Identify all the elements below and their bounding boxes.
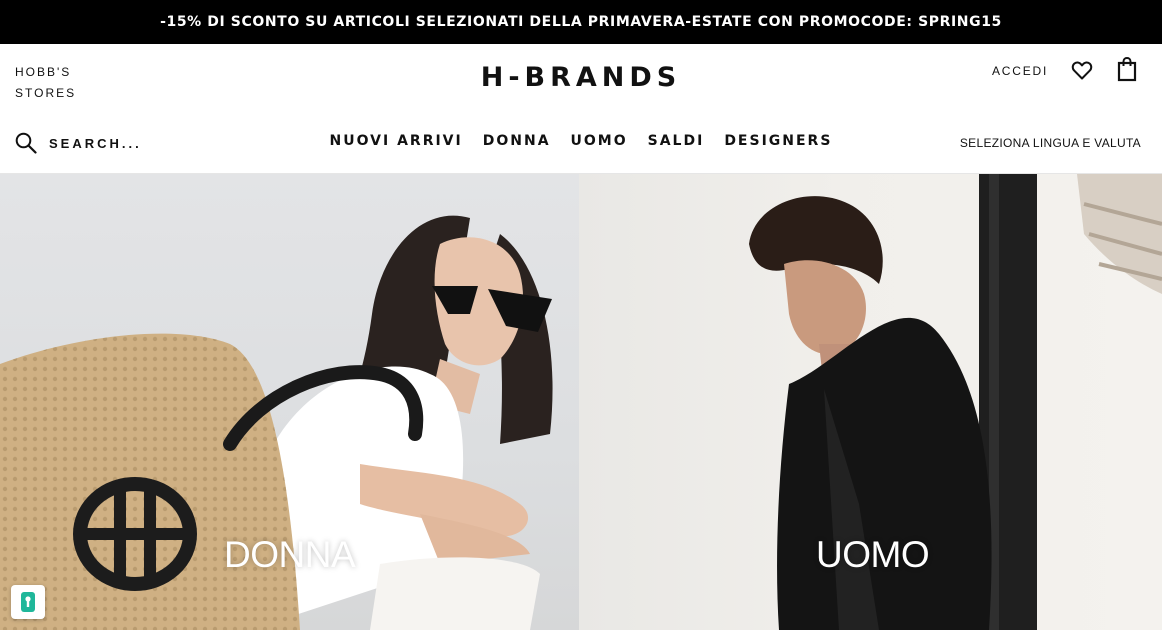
nav-item-designers[interactable]: DESIGNERS	[714, 133, 842, 149]
search-input[interactable]	[49, 135, 209, 151]
store-name-line2: STORES	[15, 86, 77, 100]
shopping-bag-icon[interactable]	[1116, 56, 1138, 82]
promo-banner-text: -15% DI SCONTO SU ARTICOLI SELEZIONATI D…	[160, 14, 1002, 30]
search-icon[interactable]	[15, 132, 37, 154]
login-link[interactable]: ACCEDI	[992, 64, 1048, 78]
keyhole-icon	[21, 592, 35, 612]
hero-panel-donna[interactable]: DONNA	[0, 174, 579, 630]
hero-caption-uomo: UOMO	[816, 534, 930, 575]
nav-item-uomo[interactable]: UOMO	[561, 133, 638, 149]
store-name-line1: HOBB'S	[15, 65, 72, 79]
search-box[interactable]	[15, 132, 209, 154]
hero-caption-donna: DONNA	[224, 534, 356, 575]
site-header: HOBB'S STORES H-BRANDS ACCEDI	[0, 44, 1162, 116]
nav-item-donna[interactable]: DONNA	[473, 133, 561, 149]
nav-item-nuovi-arrivi[interactable]: NUOVI ARRIVI	[320, 133, 473, 149]
main-navigation-bar: NUOVI ARRIVI DONNA UOMO SALDI DESIGNERS …	[0, 116, 1162, 174]
site-logo-wrap: H-BRANDS	[0, 62, 1162, 93]
hero-banner: DONNA UOMO	[0, 174, 1162, 630]
language-currency-selector[interactable]: SELEZIONA LINGUA E VALUTA	[960, 136, 1141, 150]
hero-panel-uomo[interactable]: UOMO	[579, 174, 1162, 630]
nav-item-saldi[interactable]: SALDI	[638, 133, 715, 149]
site-logo[interactable]: H-BRANDS	[481, 62, 682, 93]
heart-icon[interactable]	[1070, 58, 1094, 82]
store-name-link[interactable]: HOBB'S STORES	[15, 62, 95, 104]
promo-banner: -15% DI SCONTO SU ARTICOLI SELEZIONATI D…	[0, 0, 1162, 44]
privacy-settings-button[interactable]	[11, 585, 45, 619]
